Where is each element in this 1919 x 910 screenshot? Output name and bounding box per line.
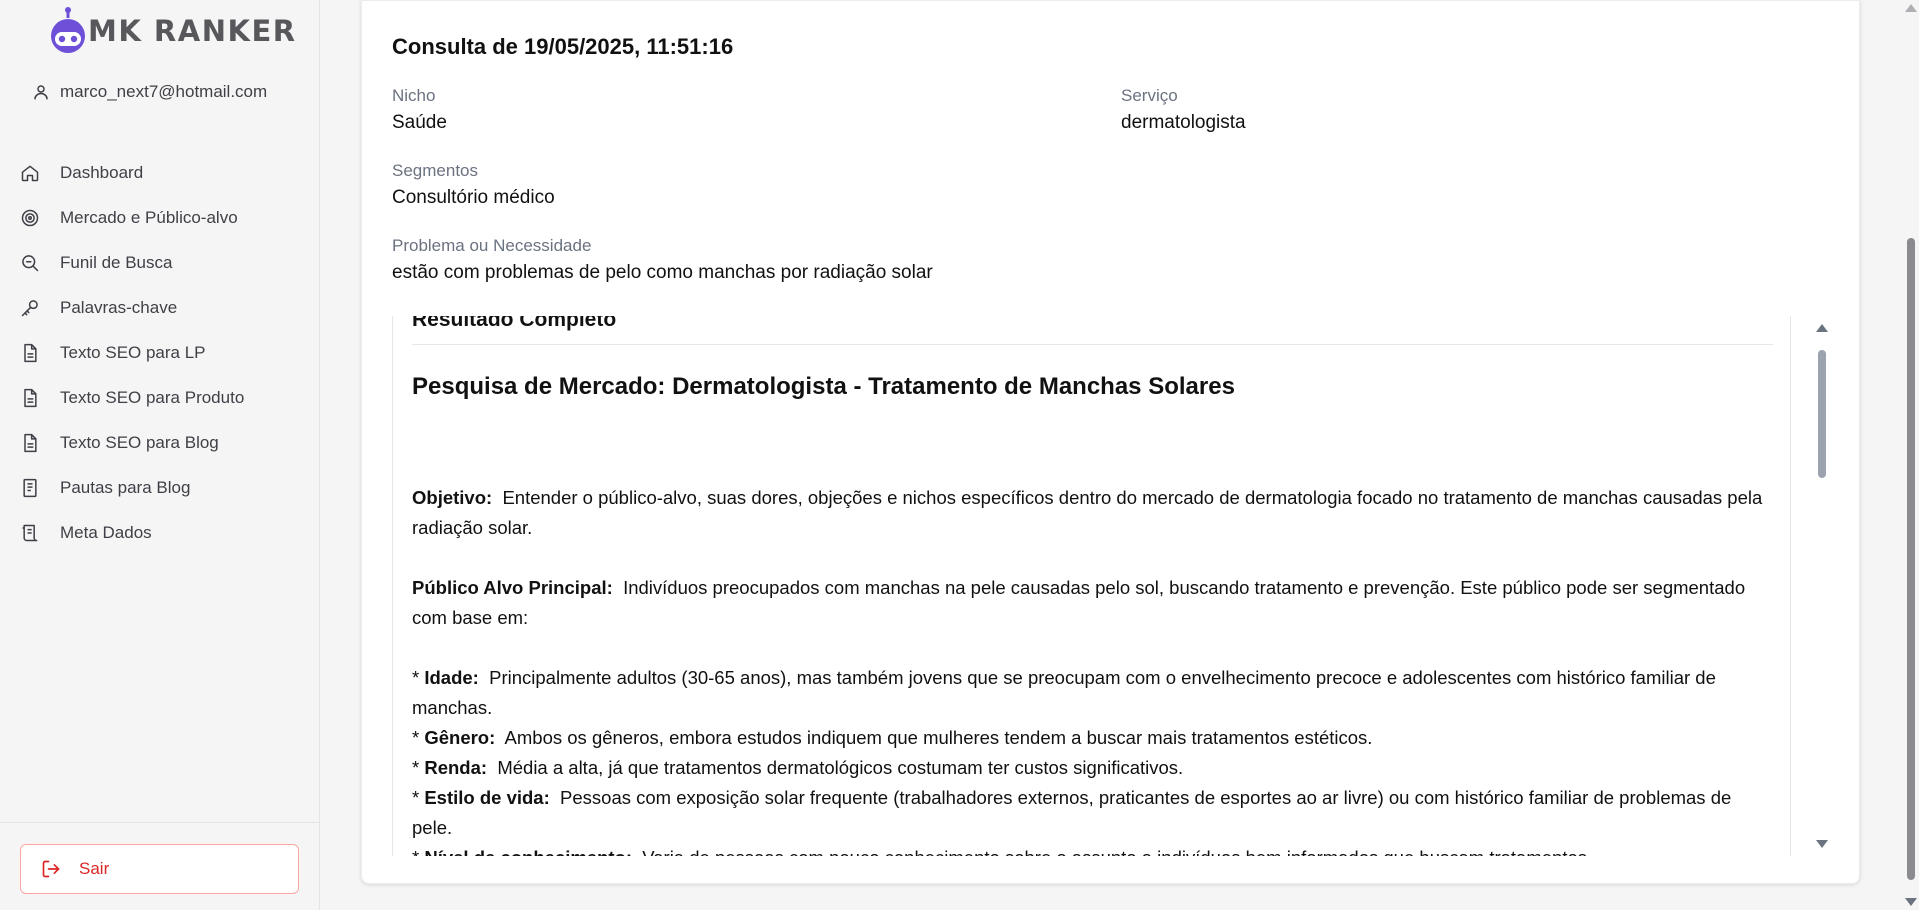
document-icon bbox=[24, 343, 37, 362]
scroll-down-icon[interactable] bbox=[1905, 898, 1917, 906]
sidebar-item-label: Texto SEO para Produto bbox=[60, 387, 245, 407]
list-item: * Estilo de vida: Pessoas com exposição … bbox=[412, 783, 1773, 843]
sidebar: MK RANKER marco_next7@hotmail.com Dashbo… bbox=[0, 0, 320, 910]
bullet-text: Pessoas com exposição solar frequente (t… bbox=[412, 787, 1732, 838]
result-panel[interactable]: Resultado Completo Pesquisa de Mercado: … bbox=[362, 316, 1861, 856]
page-title: Consulta de 19/05/2025, 11:51:16 bbox=[392, 34, 734, 59]
target-icon bbox=[21, 209, 39, 226]
nicho-label: Nicho bbox=[392, 86, 436, 105]
notebook-icon bbox=[23, 478, 37, 497]
scroll-thumb[interactable] bbox=[1818, 350, 1826, 478]
consulta-card: Consulta de 19/05/2025, 11:51:16 Nicho S… bbox=[361, 0, 1860, 884]
bullet-marker: * bbox=[412, 727, 420, 748]
servico-label: Serviço bbox=[1121, 86, 1178, 105]
publico-label: Público Alvo Principal: bbox=[412, 577, 613, 598]
list-item: * Nível de conhecimento: Varia de pessoa… bbox=[412, 843, 1773, 856]
result-heading: Resultado Completo bbox=[412, 316, 1773, 345]
bullet-label: Gênero: bbox=[424, 727, 496, 748]
bullet-text: Varia de pessoas com pouco conhecimento … bbox=[642, 847, 1587, 856]
sidebar-item-label: Palavras-chave bbox=[60, 297, 178, 317]
scroll-icon bbox=[22, 524, 38, 541]
objetivo-paragraph: Objetivo: Entender o público-alvo, suas … bbox=[412, 483, 1773, 543]
sidebar-item-label: Mercado e Público-alvo bbox=[60, 207, 238, 227]
segmentos-label: Segmentos bbox=[392, 161, 478, 180]
sidebar-item-texto-blog[interactable]: Texto SEO para Blog bbox=[0, 420, 320, 465]
scroll-up-icon[interactable] bbox=[1905, 4, 1917, 12]
bullet-text: Média a alta, já que tratamentos dermato… bbox=[497, 757, 1184, 778]
sidebar-item-mercado[interactable]: Mercado e Público-alvo bbox=[0, 195, 320, 240]
sidebar-divider bbox=[0, 822, 320, 823]
sidebar-item-label: Texto SEO para LP bbox=[60, 342, 206, 362]
scroll-up-icon[interactable] bbox=[1816, 324, 1828, 332]
key-icon bbox=[21, 299, 38, 316]
sidebar-item-palavras[interactable]: Palavras-chave bbox=[0, 285, 320, 330]
sidebar-nav: Dashboard Mercado e Público-alvo Funil d… bbox=[0, 150, 320, 555]
sidebar-item-texto-lp[interactable]: Texto SEO para LP bbox=[0, 330, 320, 375]
scroll-thumb[interactable] bbox=[1907, 238, 1915, 880]
bullet-marker: * bbox=[412, 847, 419, 856]
bullet-marker: * bbox=[412, 757, 420, 778]
app-logo[interactable]: MK RANKER bbox=[46, 6, 297, 54]
document-icon bbox=[24, 388, 37, 407]
sidebar-item-label: Dashboard bbox=[60, 162, 144, 182]
bullet-label: Estilo de vida: bbox=[424, 787, 550, 808]
bullet-label: Nível de conhecimento: bbox=[424, 847, 632, 856]
user-info: marco_next7@hotmail.com bbox=[32, 82, 267, 102]
sidebar-item-label: Pautas para Blog bbox=[60, 477, 191, 497]
app-name: MK RANKER bbox=[88, 14, 297, 48]
logout-icon bbox=[42, 860, 60, 878]
page-scrollbar[interactable] bbox=[1903, 0, 1919, 910]
sidebar-item-label: Meta Dados bbox=[60, 522, 152, 542]
servico-value: dermatologista bbox=[1121, 112, 1246, 133]
home-icon bbox=[21, 165, 39, 181]
bullet-label: Idade: bbox=[424, 667, 479, 688]
bullet-marker: * bbox=[412, 667, 420, 688]
robot-logo-icon bbox=[51, 7, 85, 53]
bullet-text: Ambos os gêneros, embora estudos indique… bbox=[504, 727, 1373, 748]
result-left-border bbox=[392, 316, 393, 856]
search-zoom-icon bbox=[22, 254, 39, 271]
bullet-label: Renda: bbox=[424, 757, 488, 778]
document-icon bbox=[24, 433, 37, 452]
publico-paragraph: Público Alvo Principal: Indivíduos preoc… bbox=[412, 573, 1773, 633]
bullet-marker: * bbox=[412, 787, 420, 808]
segmentos-value: Consultório médico bbox=[392, 187, 555, 208]
objetivo-text: Entender o público-alvo, suas dores, obj… bbox=[412, 487, 1763, 538]
scroll-down-icon[interactable] bbox=[1816, 840, 1828, 848]
list-item: * Renda: Média a alta, já que tratamento… bbox=[412, 753, 1773, 783]
logout-button[interactable]: Sair bbox=[20, 844, 299, 894]
sidebar-item-meta-dados[interactable]: Meta Dados bbox=[0, 510, 320, 555]
user-icon bbox=[34, 85, 48, 100]
logout-label: Sair bbox=[79, 859, 110, 878]
sidebar-item-label: Funil de Busca bbox=[60, 252, 173, 272]
objetivo-label: Objetivo: bbox=[412, 487, 493, 508]
sidebar-item-pautas[interactable]: Pautas para Blog bbox=[0, 465, 320, 510]
result-body: Objetivo: Entender o público-alvo, suas … bbox=[412, 483, 1773, 856]
problema-value: estão com problemas de pelo como manchas… bbox=[392, 262, 933, 283]
result-scrollbar[interactable] bbox=[1814, 316, 1830, 856]
sidebar-item-texto-produto[interactable]: Texto SEO para Produto bbox=[0, 375, 320, 420]
list-item: * Idade: Principalmente adultos (30-65 a… bbox=[412, 663, 1773, 723]
bullet-text: Principalmente adultos (30-65 anos), mas… bbox=[412, 667, 1716, 718]
user-email: marco_next7@hotmail.com bbox=[60, 82, 268, 101]
sidebar-item-funil[interactable]: Funil de Busca bbox=[0, 240, 320, 285]
sidebar-item-dashboard[interactable]: Dashboard bbox=[0, 150, 320, 195]
sidebar-item-label: Texto SEO para Blog bbox=[60, 432, 219, 452]
result-right-border bbox=[1790, 316, 1791, 856]
list-item: * Gênero: Ambos os gêneros, embora estud… bbox=[412, 723, 1773, 753]
document-title: Pesquisa de Mercado: Dermatologista - Tr… bbox=[412, 373, 1235, 400]
nicho-value: Saúde bbox=[392, 112, 447, 133]
problema-label: Problema ou Necessidade bbox=[392, 236, 592, 255]
